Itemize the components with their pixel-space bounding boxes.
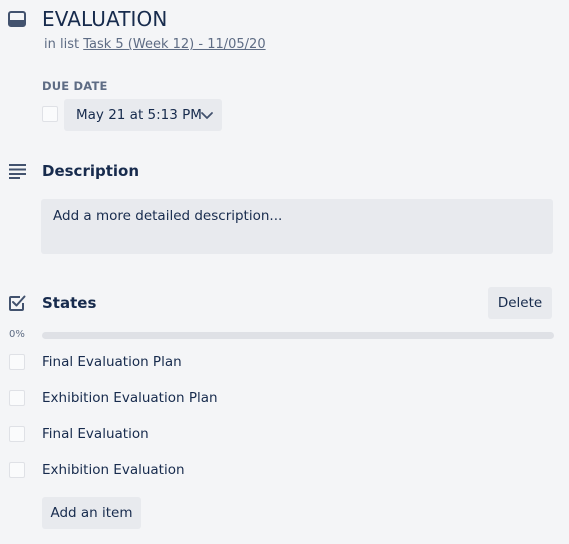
add-item-button[interactable]: Add an item — [42, 497, 141, 529]
checklist-item: Final Evaluation Plan — [0, 351, 560, 373]
chevron-down-icon — [200, 108, 214, 122]
description-title: Description — [42, 162, 140, 180]
checklist-title[interactable]: States — [42, 294, 96, 312]
progress-percent: 0% — [9, 329, 25, 340]
checklist-item-checkbox[interactable] — [9, 390, 25, 406]
description-lines-icon — [8, 163, 28, 179]
in-list-prefix: in list — [44, 37, 80, 52]
due-date-checkbox[interactable] — [42, 106, 58, 122]
due-date-label: DUE DATE — [42, 79, 108, 93]
checklist-item-label[interactable]: Final Evaluation Plan — [42, 354, 182, 370]
checklist-item: Final Evaluation — [0, 423, 560, 445]
list-link[interactable]: Task 5 (Week 12) - 11/05/20 — [83, 37, 265, 52]
checklist-item-label[interactable]: Exhibition Evaluation — [42, 462, 185, 478]
checklist-item-label[interactable]: Exhibition Evaluation Plan — [42, 390, 218, 406]
checklist-item: Exhibition Evaluation Plan — [0, 387, 560, 409]
description-input[interactable]: Add a more detailed description... — [41, 199, 553, 254]
checklist-item-checkbox[interactable] — [9, 354, 25, 370]
card-icon — [8, 10, 26, 28]
checklist-icon — [8, 294, 26, 312]
due-date-button[interactable]: May 21 at 5:13 PM — [64, 99, 222, 131]
delete-checklist-button[interactable]: Delete — [488, 287, 552, 319]
checklist-item-label[interactable]: Final Evaluation — [42, 426, 149, 442]
due-date-value: May 21 at 5:13 PM — [76, 107, 202, 123]
card-title[interactable]: EVALUATION — [42, 7, 167, 31]
progress-bar — [42, 332, 554, 339]
checklist-item-checkbox[interactable] — [9, 426, 25, 442]
in-list-text: in list Task 5 (Week 12) - 11/05/20 — [44, 37, 266, 52]
checklist-item: Exhibition Evaluation — [0, 459, 560, 481]
checklist-item-checkbox[interactable] — [9, 462, 25, 478]
